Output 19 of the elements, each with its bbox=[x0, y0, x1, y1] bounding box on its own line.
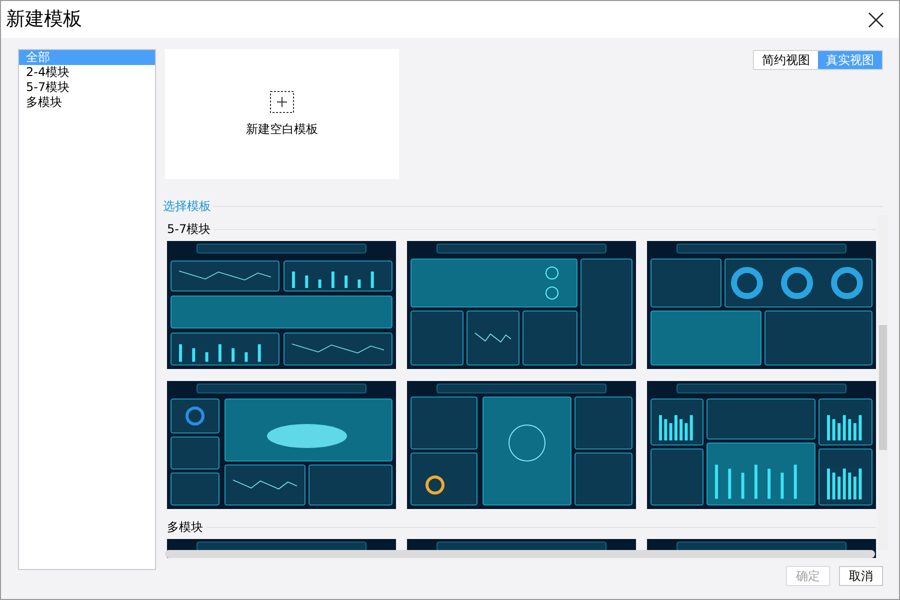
close-icon[interactable] bbox=[867, 10, 885, 28]
dashboard-thumbnail-drawing[interactable] bbox=[647, 241, 876, 369]
category-item[interactable]: 2-4模块 bbox=[19, 65, 155, 80]
dashboard-thumbnail-drawing[interactable] bbox=[167, 241, 396, 369]
dashboard-thumbnail-drawing[interactable] bbox=[647, 381, 876, 509]
vertical-scrollbar[interactable] bbox=[878, 215, 888, 550]
dialog-button[interactable]: 取消 bbox=[839, 566, 883, 586]
plus-icon bbox=[270, 90, 294, 112]
category-item[interactable]: 多模块 bbox=[19, 95, 155, 110]
dashboard-thumbnail-drawing[interactable] bbox=[407, 381, 636, 509]
window-title: 新建模板 bbox=[6, 7, 82, 32]
dashboard-thumbnail-drawing[interactable] bbox=[167, 381, 396, 509]
group-title: 选择模板 bbox=[163, 198, 212, 214]
blank-template-card[interactable]: 新建空白模板 bbox=[165, 49, 399, 179]
section-title: 多模块 bbox=[167, 519, 203, 536]
horizontal-scrollbar[interactable] bbox=[165, 550, 875, 558]
category-item[interactable]: 5-7模块 bbox=[19, 80, 155, 95]
section-title: 5-7模块 bbox=[167, 221, 211, 238]
dashboard-thumbnail-drawing[interactable] bbox=[407, 241, 636, 369]
